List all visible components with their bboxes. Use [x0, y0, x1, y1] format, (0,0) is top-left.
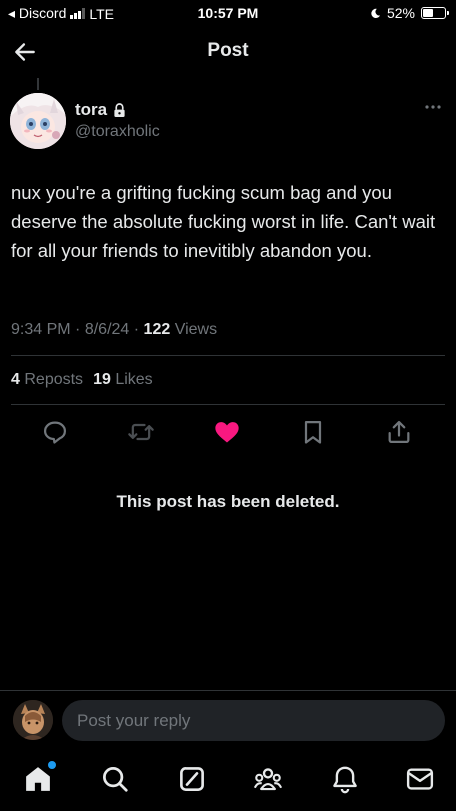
divider [11, 355, 445, 356]
tab-search[interactable] [100, 764, 130, 794]
share-button[interactable] [385, 418, 413, 446]
tab-notifications[interactable] [330, 764, 360, 794]
page-title: Post [207, 40, 249, 61]
author-name-row[interactable]: tora [75, 100, 126, 120]
tab-messages[interactable] [405, 764, 435, 794]
status-bar: ◂ Discord LTE 10:57 PM 52% [0, 0, 456, 26]
deleted-post-notice: This post has been deleted. [116, 492, 340, 511]
reposts-label: Reposts [24, 371, 84, 388]
tab-grok[interactable] [177, 764, 207, 794]
reply-divider [0, 690, 456, 691]
more-icon[interactable] [424, 104, 442, 110]
likes-stat[interactable]: 19 Likes [93, 371, 153, 389]
search-icon [103, 767, 128, 792]
author-handle[interactable]: @toraxholic [75, 123, 160, 141]
messages-icon [406, 768, 434, 790]
reply-button[interactable] [41, 418, 69, 446]
thread-line [37, 78, 39, 90]
grok-icon [180, 767, 204, 791]
home-notification-dot [48, 761, 56, 769]
engagement-stats: 4 Reposts 19 Likes [11, 371, 153, 389]
likes-label: Likes [115, 371, 153, 388]
notifications-icon [333, 766, 357, 794]
post-actions [0, 418, 456, 448]
tab-communities[interactable] [253, 764, 283, 794]
user-avatar[interactable] [13, 700, 53, 740]
top-bar: Post [0, 26, 456, 76]
anime-avatar-image [10, 93, 66, 149]
bookmark-button[interactable] [299, 418, 327, 446]
communities-icon [253, 768, 283, 791]
post-time[interactable]: 9:34 PM [11, 321, 71, 338]
repost-icon [128, 423, 154, 441]
meta-separator: · [75, 321, 81, 338]
tab-home[interactable] [23, 761, 56, 794]
bookmark-icon [304, 420, 322, 444]
divider [11, 404, 445, 405]
likes-count: 19 [93, 371, 111, 388]
post-text: nux you're a grifting fucking scum bag a… [11, 182, 436, 261]
reply-icon [43, 421, 67, 444]
reposts-count: 4 [11, 371, 20, 388]
views-label: Views [174, 321, 218, 338]
battery-icon [421, 7, 449, 19]
share-icon [388, 420, 410, 444]
meta-separator: · [133, 321, 140, 338]
repost-button[interactable] [127, 418, 155, 446]
post-date[interactable]: 8/6/24 [85, 321, 129, 338]
battery-percent: 52% [386, 5, 415, 21]
battery-fill [423, 9, 433, 17]
status-right: 52% [370, 5, 449, 21]
views-count: 122 [143, 321, 171, 338]
user-avatar-image [13, 700, 53, 740]
home-icon [26, 767, 50, 791]
like-button[interactable] [213, 418, 241, 446]
lock-icon [114, 102, 125, 117]
moon-icon [371, 8, 381, 18]
post-meta: 9:34 PM · 8/6/24 · 122 Views [11, 321, 217, 339]
reposts-stat[interactable]: 4 Reposts [11, 371, 83, 389]
reply-input[interactable] [62, 700, 445, 741]
bottom-tab-bar [0, 752, 456, 811]
heart-icon [215, 422, 239, 443]
author-name[interactable]: tora [75, 100, 107, 120]
author-avatar[interactable] [10, 93, 66, 149]
